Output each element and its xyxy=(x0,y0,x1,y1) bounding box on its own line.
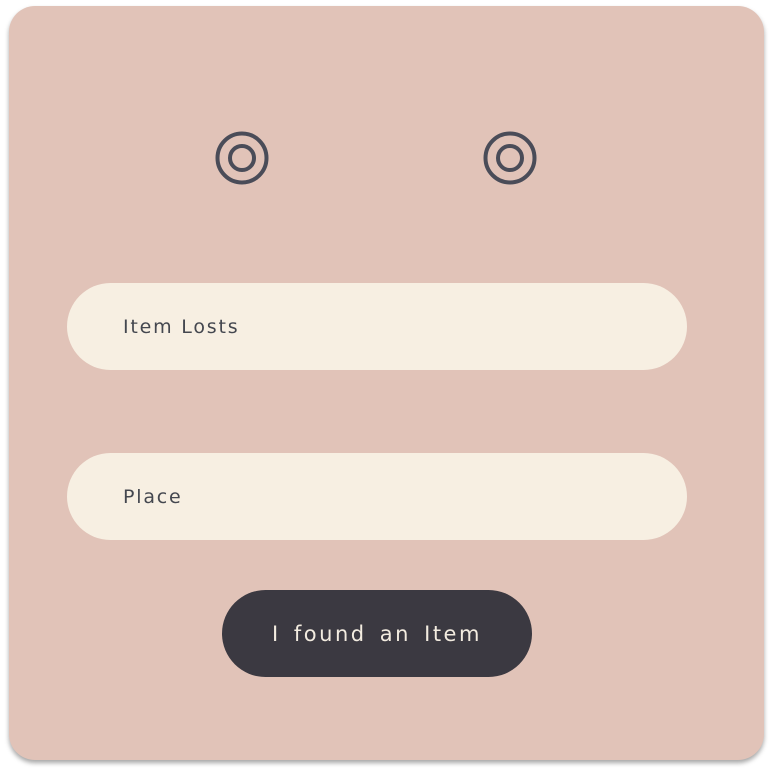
item-lost-placeholder: Item Losts xyxy=(123,315,240,338)
right-concentric-circle-icon xyxy=(483,131,537,185)
place-input[interactable]: Place xyxy=(67,453,687,540)
left-concentric-circle-icon xyxy=(215,131,269,185)
found-item-card: Item Losts Place I found an Item xyxy=(9,6,764,760)
place-placeholder: Place xyxy=(123,485,183,508)
found-item-button[interactable]: I found an Item xyxy=(222,590,532,677)
item-lost-input[interactable]: Item Losts xyxy=(67,283,687,370)
